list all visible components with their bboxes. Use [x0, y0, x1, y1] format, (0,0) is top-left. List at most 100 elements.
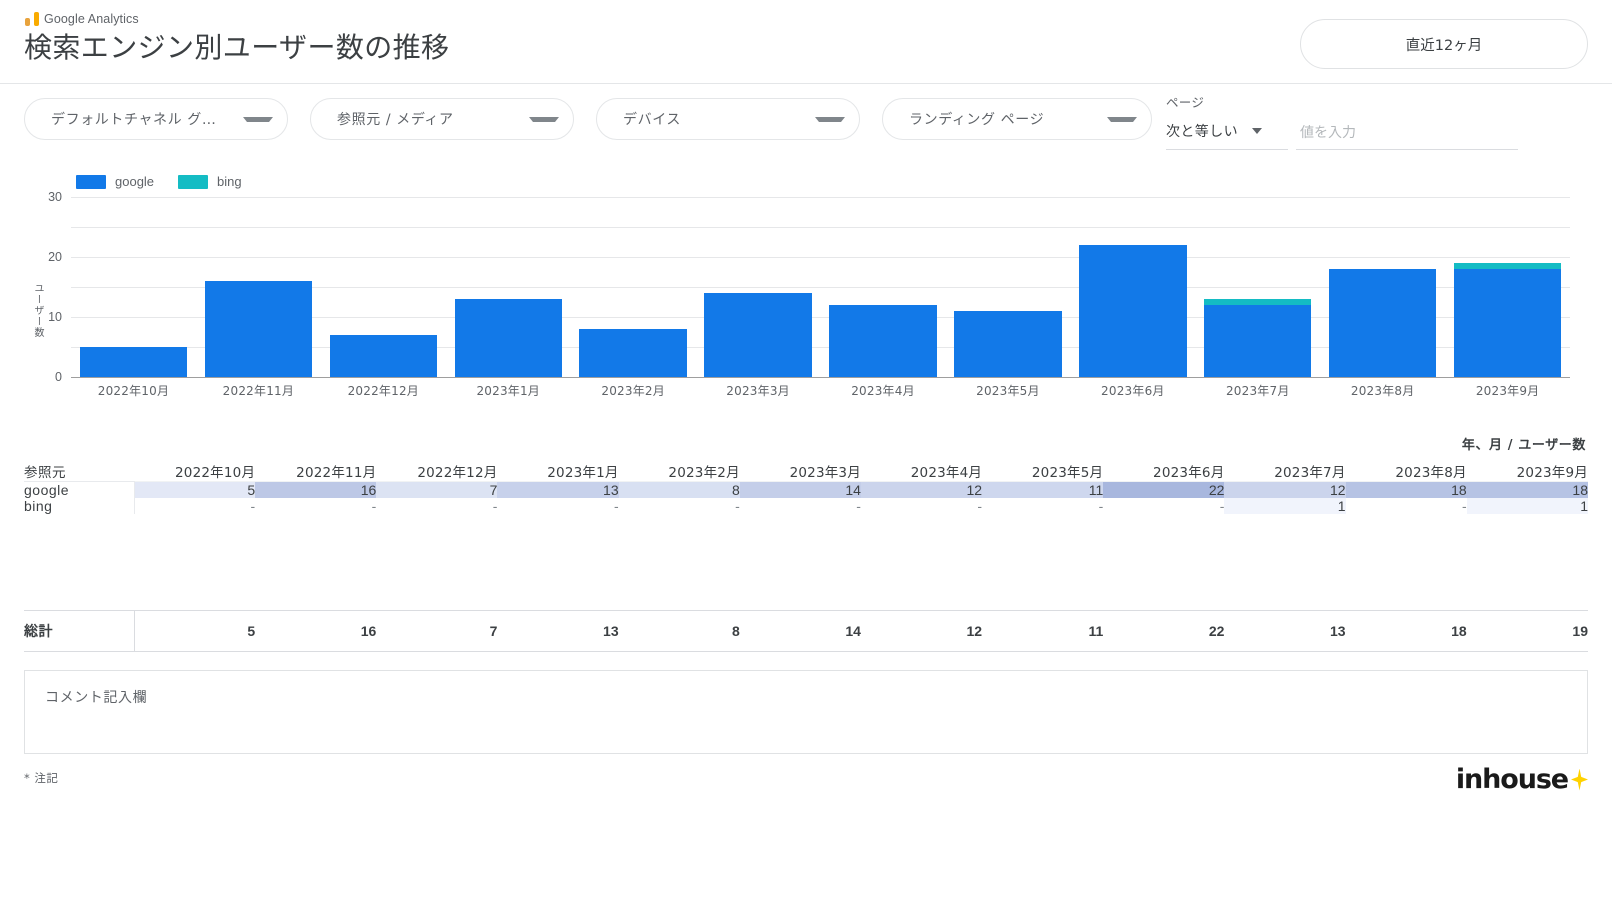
table-cell-value: 1: [1224, 498, 1346, 514]
totals-value: 14: [739, 610, 861, 652]
x-axis-label: 2023年5月: [976, 384, 1040, 398]
bar-slot[interactable]: [696, 197, 821, 377]
x-axis-label: 2023年4月: [851, 384, 915, 398]
table-header-month[interactable]: 2022年10月: [134, 461, 255, 482]
page-header: Google Analytics 検索エンジン別ユーザー数の推移 直近12ヶ月: [0, 0, 1612, 84]
table-header-month[interactable]: 2023年4月: [861, 461, 982, 482]
filter-chip-source-medium[interactable]: 参照元 / メディア: [310, 98, 574, 140]
date-range-label: 直近12ヶ月: [1405, 37, 1483, 54]
pivot-table: 参照元 2022年10月 2022年11月 2022年12月 2023年1月 2023年…: [24, 461, 1588, 514]
page-filter-value-input[interactable]: [1296, 125, 1518, 150]
date-range-selector[interactable]: 直近12ヶ月: [1300, 19, 1588, 69]
bar-stack[interactable]: [704, 293, 812, 377]
bar-stack[interactable]: [1328, 269, 1437, 377]
bar-stack[interactable]: [579, 329, 687, 377]
table-header-month[interactable]: 2023年1月: [497, 461, 618, 482]
table-cell-value: 8: [618, 481, 740, 498]
table-cell-dimension: google: [24, 481, 135, 498]
bar-stack[interactable]: [829, 305, 937, 377]
table-header-month[interactable]: 2023年6月: [1103, 461, 1224, 482]
bar-stack[interactable]: [79, 347, 188, 377]
bar-segment-google[interactable]: [1079, 245, 1187, 377]
chevron-down-icon: [225, 116, 273, 122]
bar-slot[interactable]: [446, 197, 571, 377]
table-header-month[interactable]: 2023年7月: [1224, 461, 1345, 482]
table-cell-value: 22: [1103, 481, 1225, 498]
bar-stack[interactable]: [1453, 263, 1562, 377]
bar-stack[interactable]: [1079, 245, 1187, 377]
bar-stack[interactable]: [204, 281, 313, 377]
table-cell-value: 16: [255, 481, 377, 498]
bar-slot[interactable]: [1195, 197, 1320, 377]
bar-slot[interactable]: [321, 197, 446, 377]
bar-slot[interactable]: [1445, 197, 1570, 377]
bar-stack[interactable]: [329, 335, 438, 377]
chevron-down-icon: [1252, 128, 1262, 134]
table-cell-value: 18: [1466, 481, 1588, 498]
bar-segment-google[interactable]: [79, 347, 188, 377]
table-cell-value: -: [250, 498, 256, 514]
table-header-month[interactable]: 2023年9月: [1467, 461, 1588, 482]
table-cell-value: -: [735, 498, 740, 514]
bar-slot[interactable]: [196, 197, 321, 377]
x-axis-label: 2022年11月: [222, 384, 295, 398]
table-header-month[interactable]: 2023年8月: [1346, 461, 1467, 482]
bar-stack[interactable]: [954, 311, 1062, 377]
bar-slot[interactable]: [71, 197, 196, 377]
table-header-month[interactable]: 2022年12月: [376, 461, 497, 482]
table-cell-value: -: [977, 498, 983, 514]
bar-segment-google[interactable]: [454, 299, 562, 377]
filter-chip-default-channel-group[interactable]: デフォルトチャネル グル…: [24, 98, 288, 140]
table-header-month[interactable]: 2023年2月: [619, 461, 740, 482]
x-axis-label: 2023年2月: [601, 384, 665, 398]
chart-legend: google bing: [24, 160, 1588, 189]
bar-segment-google[interactable]: [829, 305, 937, 377]
page-filter-operator-select[interactable]: 次と等しい: [1166, 121, 1288, 150]
bar-stack[interactable]: [454, 299, 562, 377]
pivot-table-section: 年、月 / ユーザー数 参照元 2022年10月 2022年11月 2022年12月…: [0, 428, 1612, 652]
table-header-month[interactable]: 2023年5月: [982, 461, 1103, 482]
bar-segment-google[interactable]: [1328, 269, 1437, 377]
bar-segment-google[interactable]: [704, 293, 812, 377]
bar-segment-google[interactable]: [1204, 305, 1312, 377]
table-header-month[interactable]: 2022年11月: [255, 461, 376, 482]
filter-chip-device[interactable]: デバイス: [596, 98, 860, 140]
x-axis-label: 2023年1月: [476, 384, 541, 398]
table-cell-value: -: [1098, 498, 1104, 514]
bar-slot[interactable]: [945, 197, 1070, 377]
table-cell-value: 7: [376, 481, 498, 498]
filter-chip-landing-page[interactable]: ランディング ページ: [882, 98, 1152, 140]
legend-label-bing: bing: [217, 174, 242, 189]
bar-slot[interactable]: [821, 197, 946, 377]
inhouse-logo: inhouse: [1456, 764, 1588, 795]
table-row[interactable]: google 5 16 7 13 8 14 12 11 22 12 18 18: [24, 481, 1588, 498]
legend-item-google[interactable]: google: [76, 174, 154, 189]
bar-segment-google[interactable]: [204, 281, 313, 377]
table-cell-value: 5: [134, 481, 256, 498]
totals-value: 22: [1103, 610, 1225, 652]
filter-bar: デフォルトチャネル グル… 参照元 / メディア デバイス ランディング ページ…: [0, 84, 1612, 160]
x-axis-label: 2023年8月: [1350, 384, 1415, 398]
legend-item-bing[interactable]: bing: [178, 174, 242, 189]
inhouse-logo-text: inhouse: [1455, 764, 1569, 795]
bar-slot[interactable]: [1070, 197, 1195, 377]
table-row[interactable]: bing - - - - - - - - -1-1: [24, 498, 1588, 514]
bar-stack[interactable]: [1204, 299, 1312, 377]
table-cell-value: 13: [497, 481, 619, 498]
page-footer: * 注記 inhouse: [24, 764, 1588, 810]
bar-segment-google[interactable]: [579, 329, 687, 377]
filter-chip-label: デバイス: [623, 112, 681, 128]
table-header-month[interactable]: 2023年3月: [740, 461, 861, 482]
filter-chip-label: ランディング ページ: [909, 112, 1045, 128]
bar-segment-google[interactable]: [1453, 269, 1562, 377]
comment-input-box[interactable]: コメント記入欄: [24, 670, 1588, 754]
chevron-down-icon: [1089, 116, 1137, 122]
bar-segment-google[interactable]: [329, 335, 438, 377]
bar-slot[interactable]: [571, 197, 696, 377]
totals-value: 18: [1345, 610, 1467, 652]
table-cell-value: -: [1219, 498, 1225, 514]
table-header-dimension[interactable]: 参照元: [24, 461, 134, 482]
bar-slot[interactable]: [1320, 197, 1445, 377]
bar-segment-google[interactable]: [954, 311, 1062, 377]
spark-icon: [1571, 768, 1588, 791]
